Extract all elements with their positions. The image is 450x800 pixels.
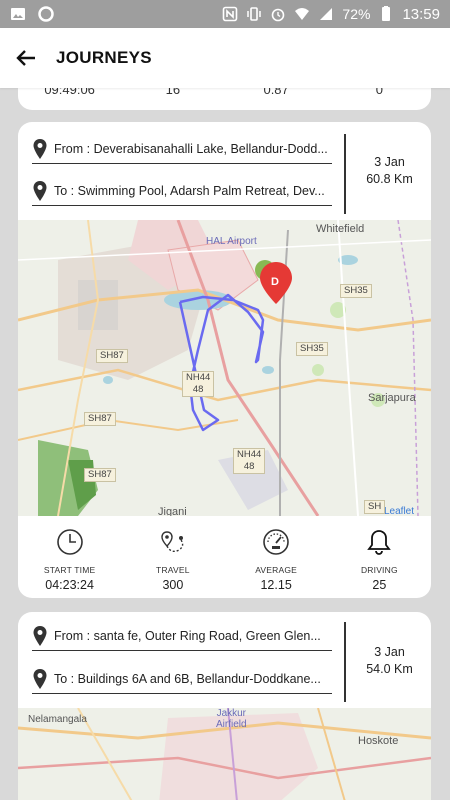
- journey-card[interactable]: From : Deverabisanahalli Lake, Bellandur…: [18, 122, 431, 598]
- marker-label: D: [271, 276, 279, 288]
- road-sh35: SH35: [340, 284, 372, 298]
- status-bar: 72% 13:59: [0, 0, 450, 28]
- speedometer-icon: [263, 529, 289, 555]
- location-pin-icon: [33, 625, 47, 646]
- map-label-nelamangala: Nelamangala: [28, 714, 87, 725]
- road-sh87: SH87: [84, 468, 116, 482]
- address-block: From : santa fe, Outer Ring Road, Green …: [18, 612, 431, 708]
- image-icon: [11, 8, 25, 20]
- from-row: From : santa fe, Outer Ring Road, Green …: [32, 621, 332, 651]
- road-sh87: SH87: [96, 349, 128, 363]
- to-row: To : Swimming Pool, Adarsh Palm Retreat,…: [32, 176, 332, 206]
- wifi-icon: [295, 8, 310, 20]
- divider: [344, 134, 346, 214]
- journey-date: 3 Jan: [374, 645, 405, 659]
- map-label-whitefield: Whitefield: [316, 223, 365, 235]
- location-pin-icon: [33, 668, 47, 689]
- journey-card[interactable]: From : santa fe, Outer Ring Road, Green …: [18, 612, 431, 800]
- circle-icon: [38, 6, 54, 22]
- signal-icon: [320, 8, 333, 20]
- to-address: To : Swimming Pool, Adarsh Palm Retreat,…: [54, 183, 325, 198]
- back-button[interactable]: [12, 44, 40, 72]
- stat-label: TRAVEL: [156, 565, 190, 575]
- map-label-jigani: Jigani: [158, 506, 187, 516]
- stat-label: START TIME: [43, 565, 96, 575]
- vibrate-icon: [247, 7, 262, 21]
- arrow-left-icon: [16, 50, 35, 66]
- from-row: From : Deverabisanahalli Lake, Bellandur…: [32, 134, 332, 164]
- alarm-icon: [272, 8, 285, 22]
- journey-distance: 54.0 Km: [366, 662, 413, 676]
- road-nh44: NH44 48: [182, 371, 215, 397]
- from-address: From : santa fe, Outer Ring Road, Green …: [54, 628, 321, 643]
- road-sh87: SH87: [84, 412, 116, 426]
- route-icon: [161, 531, 184, 553]
- to-row: To : Buildings 6A and 6B, Bellandur-Dodd…: [32, 664, 332, 694]
- location-pin-icon: [33, 138, 47, 159]
- road-sh35: SH35: [296, 342, 328, 356]
- address-block: From : Deverabisanahalli Lake, Bellandur…: [18, 122, 431, 218]
- nfc-icon: [223, 6, 238, 22]
- road-sh: SH: [364, 500, 386, 514]
- map-label-sarjapura: Sarjapura: [368, 392, 416, 404]
- stat-value: 300: [162, 578, 184, 592]
- divider: [344, 622, 346, 702]
- map-label-airport: HAL Airport: [206, 236, 257, 247]
- clock: 13:59: [402, 5, 440, 23]
- journey-distance: 60.8 Km: [366, 172, 413, 186]
- route-map[interactable]: HAL Airport Whitefield Sarjapura Jigani …: [18, 220, 431, 516]
- stat-driving: DRIVING 25: [328, 520, 431, 598]
- journey-date: 3 Jan: [374, 155, 405, 169]
- page-title: JOURNEYS: [56, 48, 152, 67]
- date-block: 3 Jan 60.8 Km: [348, 154, 431, 188]
- road-nh44: NH44 48: [233, 448, 266, 474]
- map-canvas: [18, 220, 431, 516]
- stat-label: AVERAGE: [255, 565, 298, 575]
- map-label-jakkur: Jakkur Airfield: [216, 708, 247, 730]
- bell-icon: [367, 530, 392, 555]
- app-bar: JOURNEYS: [0, 28, 450, 88]
- route-map[interactable]: Nelamangala Jakkur Airfield Hoskote: [18, 708, 431, 800]
- to-address: To : Buildings 6A and 6B, Bellandur-Dodd…: [54, 671, 321, 686]
- stat-start-time: START TIME 04:23:24: [18, 520, 121, 598]
- map-label-hoskote: Hoskote: [358, 735, 399, 747]
- date-block: 3 Jan 54.0 Km: [348, 644, 431, 678]
- stat-travel: TRAVEL 300: [121, 520, 224, 598]
- location-pin-icon: [33, 180, 47, 201]
- stat-value: 12.15: [260, 578, 292, 592]
- battery-percent: 72%: [342, 6, 371, 22]
- stat-value: 25: [372, 578, 387, 592]
- clock-icon: [56, 529, 83, 555]
- stat-average: AVERAGE 12.15: [225, 520, 328, 598]
- from-address: From : Deverabisanahalli Lake, Bellandur…: [54, 141, 328, 156]
- leaflet-attribution[interactable]: Leaflet: [384, 506, 414, 516]
- stat-value: 04:23:24: [45, 578, 94, 592]
- journey-stats: START TIME 04:23:24 TRAVEL 300 AVERAGE 1…: [18, 520, 431, 598]
- stat-label: DRIVING: [360, 565, 398, 575]
- battery-icon: [382, 6, 391, 21]
